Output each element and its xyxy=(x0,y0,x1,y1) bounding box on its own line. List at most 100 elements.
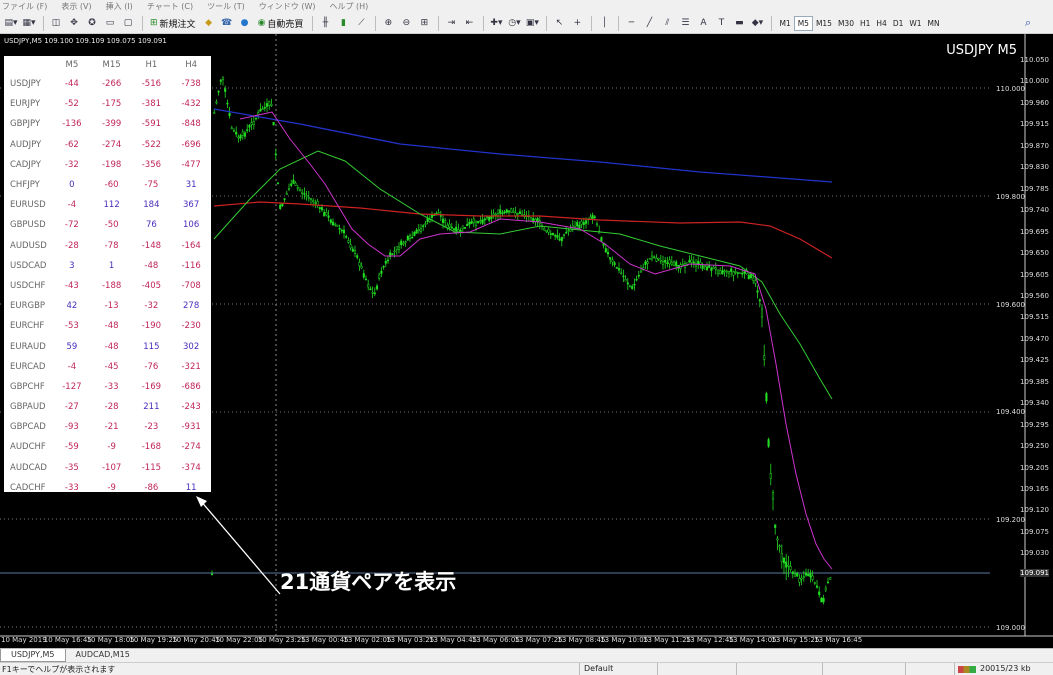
strength-value-cell: -72 xyxy=(64,220,79,231)
channel-icon[interactable]: ⫽ xyxy=(659,15,675,31)
timeframe-m5[interactable]: M5 xyxy=(793,15,813,31)
search-icon[interactable]: ⌕ xyxy=(1025,16,1031,30)
new-order-button[interactable]: ⊞ 新規注文 xyxy=(147,15,199,31)
tab-audcad-m15[interactable]: AUDCAD,M15 xyxy=(66,649,140,662)
timeframe-mn[interactable]: MN xyxy=(925,16,943,31)
tab-usdjpy-m5[interactable]: USDJPY,M5 xyxy=(0,649,66,662)
candle-body xyxy=(272,122,275,126)
indicators-icon[interactable]: ✚▾ xyxy=(488,15,504,31)
chart-shift-icon[interactable]: ⇥ xyxy=(443,15,459,31)
candle-body xyxy=(741,272,744,275)
strength-value-cell: -32 xyxy=(64,159,79,170)
shapes-icon[interactable]: ◆▾ xyxy=(749,15,765,31)
strength-value-cell: -35 xyxy=(64,462,79,473)
trendline-icon[interactable]: ╱ xyxy=(641,15,657,31)
fibonacci-icon[interactable]: ☰ xyxy=(677,15,693,31)
moving-average-red xyxy=(213,201,833,259)
candle-body xyxy=(554,235,557,237)
menu-insert[interactable]: 挿入 (I) xyxy=(106,1,133,12)
templates-icon[interactable]: ▣▾ xyxy=(524,15,540,31)
label-tool-icon[interactable]: T xyxy=(713,15,729,31)
moving-average-green xyxy=(213,150,833,400)
candle-body xyxy=(336,224,339,227)
signals-icon[interactable]: ☎ xyxy=(219,15,235,31)
candle-body xyxy=(606,252,610,255)
menu-view[interactable]: 表示 (V) xyxy=(61,1,91,12)
candle-body xyxy=(257,112,260,115)
candle-body xyxy=(769,473,772,479)
timeframe-w1[interactable]: W1 xyxy=(906,16,924,31)
timeframe-m15[interactable]: M15 xyxy=(813,16,835,31)
candle-body xyxy=(384,260,387,264)
candle-body xyxy=(263,107,266,109)
strength-value-cell: -86 xyxy=(144,482,159,493)
time-axis-label: 10 May 18:05 xyxy=(86,636,135,644)
candle-body xyxy=(373,292,376,295)
time-axis-label: 10 May 19:25 xyxy=(129,636,178,644)
candle-body xyxy=(646,261,649,264)
symbol-cell: AUDUSD xyxy=(10,240,47,251)
candlestick-icon[interactable]: ▮ xyxy=(335,15,351,31)
candle-body xyxy=(631,286,634,289)
rectangle-icon[interactable]: ▬ xyxy=(731,15,747,31)
cursor-icon[interactable]: ↖ xyxy=(551,15,567,31)
candle-body xyxy=(402,242,405,245)
auto-trading-label: 自動売買 xyxy=(267,19,304,30)
navigator-icon[interactable]: ✪ xyxy=(84,15,100,31)
candle-body xyxy=(600,237,603,242)
table-row: EURCHF -53 -48 -190 -230 xyxy=(4,316,211,336)
metaeditor-icon[interactable]: ◆ xyxy=(201,15,217,31)
tester-icon[interactable]: ▢ xyxy=(120,15,136,31)
strength-value-cell: -399 xyxy=(101,119,122,130)
line-chart-icon[interactable]: ⟋ xyxy=(353,15,369,31)
candle-body xyxy=(252,121,255,125)
timeframe-d1[interactable]: D1 xyxy=(890,16,907,31)
candle-body xyxy=(712,266,715,269)
bar-chart-icon[interactable]: ╫ xyxy=(317,15,333,31)
market-icon[interactable]: ● xyxy=(237,15,253,31)
data-window-icon[interactable]: ✥ xyxy=(66,15,82,31)
candle-body xyxy=(468,221,471,225)
periods-icon[interactable]: ◷▾ xyxy=(506,15,522,31)
new-chart-icon[interactable]: ▤▾ xyxy=(3,15,19,31)
candle-body xyxy=(639,270,643,273)
autoscroll-icon[interactable]: ⇤ xyxy=(461,15,477,31)
chart-window[interactable]: USDJPY,M5 109.100 109.109 109.075 109.09… xyxy=(0,34,1053,648)
candle-body xyxy=(499,209,502,214)
menu-charts[interactable]: チャート (C) xyxy=(147,1,193,12)
tile-windows-icon[interactable]: ⊞ xyxy=(416,15,432,31)
candle-body xyxy=(243,132,247,137)
strength-value-cell: -13 xyxy=(104,301,119,312)
candle-body xyxy=(714,267,717,270)
market-watch-icon[interactable]: ◫ xyxy=(48,15,64,31)
crosshair-icon[interactable]: + xyxy=(569,15,585,31)
strength-value-cell: -405 xyxy=(141,280,162,291)
candle-body xyxy=(404,241,407,243)
profiles-icon[interactable]: ▦▾ xyxy=(21,15,37,31)
candle-body xyxy=(296,187,299,189)
candle-body xyxy=(657,257,660,260)
timeframe-m30[interactable]: M30 xyxy=(835,16,857,31)
timeframe-m1[interactable]: M1 xyxy=(776,16,793,31)
timeframe-h4[interactable]: H4 xyxy=(873,16,889,31)
terminal-icon[interactable]: ▭ xyxy=(102,15,118,31)
horizontal-line-icon[interactable]: ─ xyxy=(623,15,639,31)
auto-trading-button[interactable]: ◉ 自動売買 xyxy=(255,15,307,31)
candle-body xyxy=(307,196,310,199)
menu-help[interactable]: ヘルプ (H) xyxy=(329,1,368,12)
strength-value-cell: -175 xyxy=(101,99,122,110)
timeframe-h1[interactable]: H1 xyxy=(857,16,873,31)
menu-tools[interactable]: ツール (T) xyxy=(207,1,245,12)
menu-window[interactable]: ウィンドウ (W) xyxy=(259,1,316,12)
candle-body xyxy=(560,236,563,242)
zoom-in-icon[interactable]: ⊕ xyxy=(380,15,396,31)
zoom-out-icon[interactable]: ⊖ xyxy=(398,15,414,31)
candle-body xyxy=(536,218,539,222)
candle-body xyxy=(543,227,546,231)
symbol-cell: AUDJPY xyxy=(10,139,42,150)
text-tool-icon[interactable]: A xyxy=(695,15,711,31)
menu-file[interactable]: ファイル (F) xyxy=(2,1,47,12)
level-label: 109.400 xyxy=(996,408,1025,416)
vertical-line-icon[interactable]: │ xyxy=(596,15,612,31)
price-axis-label: 109.915 xyxy=(1020,120,1049,129)
